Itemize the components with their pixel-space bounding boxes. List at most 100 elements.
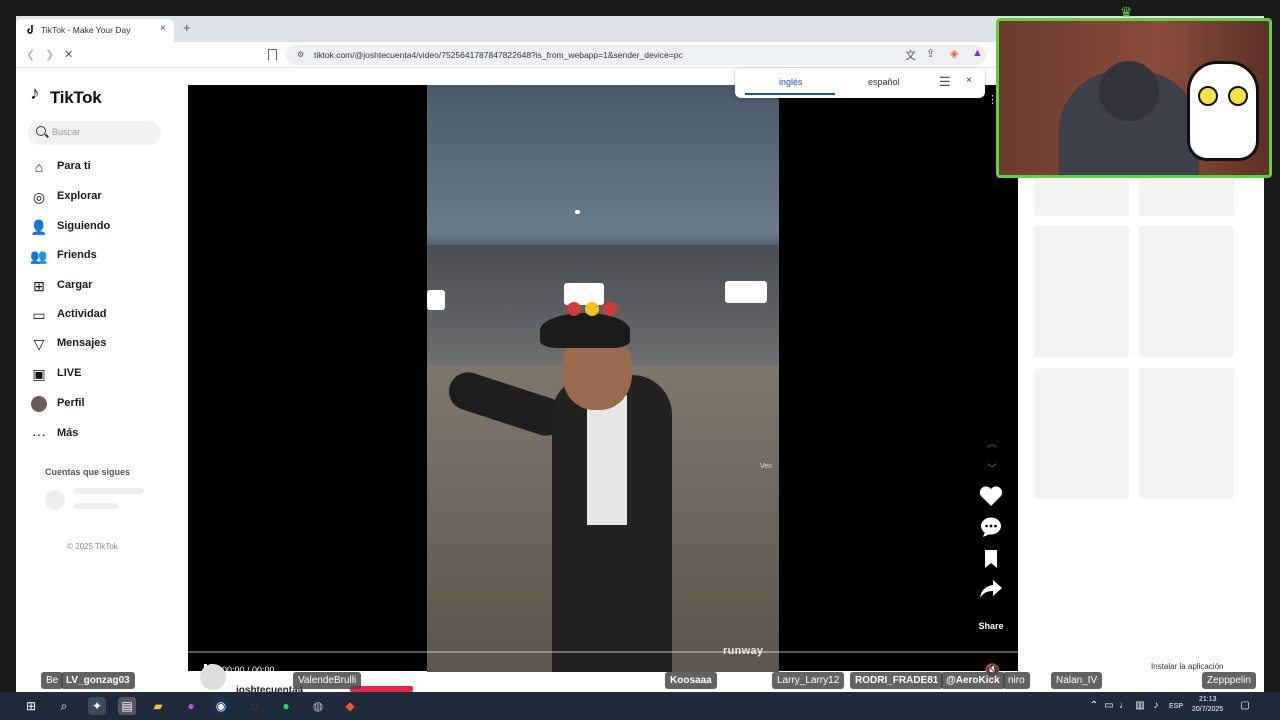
grid-card[interactable] (1139, 180, 1234, 216)
windows-start-icon[interactable]: ⊞ (22, 697, 40, 715)
translate-icon[interactable]: 文 (905, 47, 916, 63)
share-label: Share (978, 621, 1004, 631)
tab-title: TikTok - Make Your Day (41, 25, 131, 35)
sidebar-item-para-ti[interactable]: ⌂ Para ti (30, 157, 180, 177)
tiktok-logo[interactable]: TikTok (50, 88, 102, 108)
language-indicator[interactable]: ESP (1169, 703, 1183, 710)
forward-icon[interactable]: ❯ (45, 48, 54, 61)
previous-video-icon[interactable]: ︿ (987, 435, 997, 450)
chat-name: RODRI_FRADE81 (850, 672, 944, 689)
translate-menu-icon[interactable]: ☰ (939, 74, 951, 90)
browser-tab[interactable]: TikTok - Make Your Day × (16, 19, 174, 42)
sidebar-item-label: Cargar (57, 279, 93, 291)
grid-card[interactable] (1139, 226, 1234, 357)
video-light (725, 281, 767, 303)
sidebar-item-label: Para ti (57, 160, 91, 172)
video-progress-bar[interactable] (188, 651, 1018, 653)
grid-card[interactable] (1034, 226, 1129, 357)
user-follow-icon: 👤 (30, 219, 48, 235)
search-input[interactable]: Buscar (28, 121, 161, 145)
app-icon[interactable]: ● (182, 697, 200, 715)
creator-avatar[interactable] (200, 664, 226, 690)
comment-icon[interactable] (976, 516, 1006, 538)
video-frame: Veo (427, 85, 779, 672)
activity-icon: ▭ (32, 307, 46, 323)
next-video-icon[interactable]: ﹀ (987, 460, 997, 475)
sidebar-item-actividad[interactable]: ▭ Actividad (30, 305, 180, 325)
app-icon[interactable]: ✦ (88, 697, 106, 715)
share-page-icon[interactable]: ⇪ (926, 47, 935, 60)
sidebar-item-label: Siguiendo (57, 220, 111, 232)
chat-name: Larry_Larry12 (772, 672, 845, 689)
video-light (427, 290, 445, 310)
skeleton-line (74, 488, 144, 494)
translate-target-tab[interactable]: español (868, 77, 900, 87)
translate-close-icon[interactable]: × (966, 75, 972, 86)
skeleton-line (74, 503, 118, 509)
clock-time[interactable]: 21:13 (1199, 696, 1217, 703)
video-person-shirt (587, 395, 627, 525)
search-taskbar-icon[interactable]: ⌕ (55, 697, 73, 715)
url-text: tiktok.com/@joshtecuenta4/video/75256417… (314, 50, 683, 60)
url-field[interactable]: ⚙ tiktok.com/@joshtecuenta4/video/752564… (286, 45, 986, 65)
search-placeholder: Buscar (52, 127, 81, 137)
clock-date[interactable]: 20/7/2025 (1192, 706, 1223, 713)
back-icon[interactable]: ❮ (26, 48, 35, 61)
sidebar-item-label: Perfil (57, 397, 85, 409)
tiktok-logo-icon: ♪ (30, 83, 40, 104)
chat-name: Zepppelin (1202, 672, 1256, 689)
like-icon[interactable] (976, 485, 1006, 507)
brave-shield-icon[interactable]: ◈ (950, 47, 958, 60)
avatar (31, 396, 47, 412)
tab-close-icon[interactable]: × (160, 23, 166, 34)
friends-icon: 👥 (30, 248, 48, 264)
volume-icon[interactable]: ♪ (1147, 697, 1165, 715)
chat-name: LV_gonzag03 (61, 672, 135, 689)
video-hat-flower (585, 302, 599, 316)
grid-card[interactable] (1034, 368, 1129, 499)
new-tab-button[interactable]: + (183, 20, 191, 35)
share-icon[interactable] (976, 579, 1006, 599)
cat-eye (1198, 86, 1218, 106)
taskbar: ⊞ ⌕ ✦ ▤ ▰ ● ◉ ◌ ● ◍ ◆ ⌃ ▭ ♩ ▥ ♪ ESP 21:1… (0, 692, 1280, 720)
video-time: 00:00 / 00:00 (222, 665, 275, 675)
sidebar-item-cargar[interactable]: ⊞ Cargar (30, 276, 180, 296)
copyright: © 2025 TikTok (67, 542, 118, 551)
sidebar-item-explorar[interactable]: ◎ Explorar (30, 187, 180, 207)
video-light (575, 210, 580, 214)
brave-icon[interactable]: ◆ (341, 697, 359, 715)
steam-icon[interactable]: ◉ (212, 697, 230, 715)
brave-rewards-icon[interactable]: ▲ (972, 47, 983, 59)
app-icon[interactable]: ◍ (309, 697, 327, 715)
sidebar-item-label: Más (57, 427, 79, 439)
live-icon: ▣ (32, 366, 46, 382)
stop-loading-icon[interactable]: ✕ (64, 48, 73, 61)
sidebar-item-mas[interactable]: ··· Más (30, 424, 180, 444)
bookmark-icon[interactable] (268, 49, 277, 60)
app-icon[interactable]: ◌ (246, 697, 264, 715)
file-explorer-icon[interactable]: ▰ (149, 697, 167, 715)
sidebar-item-siguiendo[interactable]: 👤 Siguiendo (30, 217, 180, 237)
bookmark-video-icon[interactable] (976, 549, 1006, 569)
notification-icon[interactable]: ▢ (1236, 697, 1254, 715)
app-icon[interactable]: ▤ (118, 697, 136, 715)
site-settings-icon[interactable]: ⚙ (297, 50, 304, 59)
translate-source-tab[interactable]: inglés (779, 77, 803, 87)
following-title: Cuentas que sigues (45, 467, 131, 477)
video-player[interactable]: Veo ⋮ runway ︿ ﹀ Share 00:00 / 00:00 🔇 (188, 85, 1018, 677)
sidebar-item-label: LIVE (57, 367, 82, 379)
cat-eye (1228, 86, 1248, 106)
chat-name: niro (1003, 672, 1030, 689)
sidebar-item-label: Mensajes (57, 337, 107, 349)
sidebar-item-mensajes[interactable]: ▽ Mensajes (30, 334, 180, 354)
cat-mascot (1187, 61, 1259, 161)
grid-card[interactable] (1139, 368, 1234, 499)
grid-card[interactable] (1034, 180, 1129, 216)
spotify-icon[interactable]: ● (277, 697, 295, 715)
chat-name: Be (41, 672, 64, 689)
sidebar-item-perfil[interactable]: Perfil (30, 394, 180, 414)
sidebar-item-friends[interactable]: 👥 Friends (30, 246, 180, 266)
sidebar-item-live[interactable]: ▣ LIVE (30, 364, 180, 384)
chat-name: @AeroKick (941, 672, 1005, 689)
video-hat-flower (603, 302, 617, 316)
